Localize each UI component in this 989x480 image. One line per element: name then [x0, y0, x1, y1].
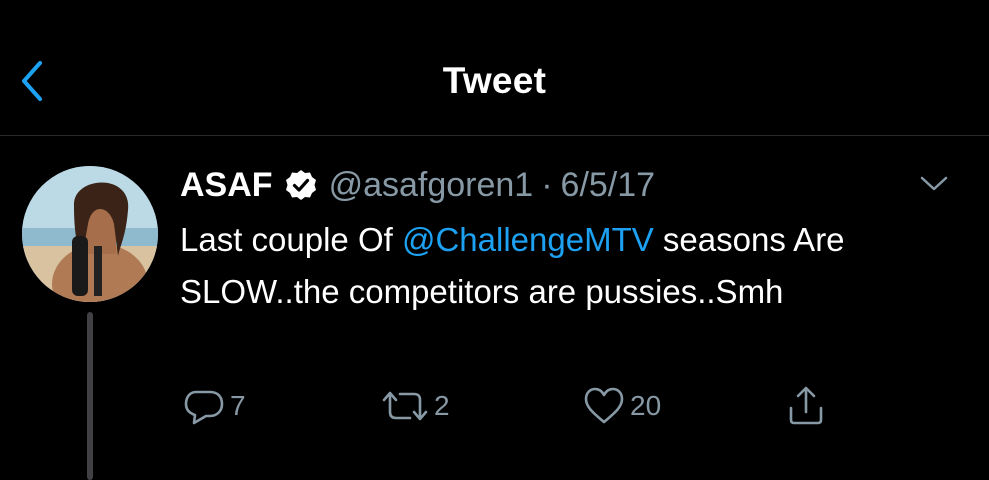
- author-handle[interactable]: @asafgoren1: [329, 166, 534, 205]
- reply-button[interactable]: 7: [182, 384, 246, 428]
- heart-icon: [584, 387, 624, 424]
- tweet-text-part: Last couple Of: [180, 221, 402, 258]
- tweet-action-bar: 7 2 20: [0, 384, 989, 428]
- more-options-button[interactable]: [916, 170, 952, 198]
- user-avatar: [22, 166, 158, 302]
- share-icon: [789, 386, 823, 425]
- tweet-author-row: ASAF @asafgoren1 · 6/5/17: [180, 160, 655, 210]
- page-title: Tweet: [442, 60, 547, 101]
- mention-link[interactable]: @ChallengeMTV: [402, 221, 654, 258]
- verified-badge-icon: [285, 169, 317, 201]
- retweet-icon: [382, 391, 428, 421]
- tweet-date[interactable]: 6/5/17: [561, 166, 656, 205]
- reply-bubble-icon: [184, 390, 224, 425]
- meta-separator: ·: [541, 165, 553, 204]
- share-button[interactable]: [786, 384, 826, 428]
- chevron-down-icon: [920, 176, 948, 191]
- avatar[interactable]: [22, 166, 158, 302]
- top-navigation-bar: Tweet: [0, 0, 989, 136]
- tweet-body-text: Last couple Of @ChallengeMTV seasons Are…: [180, 214, 940, 318]
- retweet-button[interactable]: 2: [380, 384, 450, 428]
- like-button[interactable]: 20: [582, 384, 661, 428]
- retweet-count: 2: [434, 390, 450, 421]
- like-count: 20: [630, 390, 662, 421]
- reply-count: 7: [230, 390, 246, 421]
- author-display-name[interactable]: ASAF: [180, 166, 273, 205]
